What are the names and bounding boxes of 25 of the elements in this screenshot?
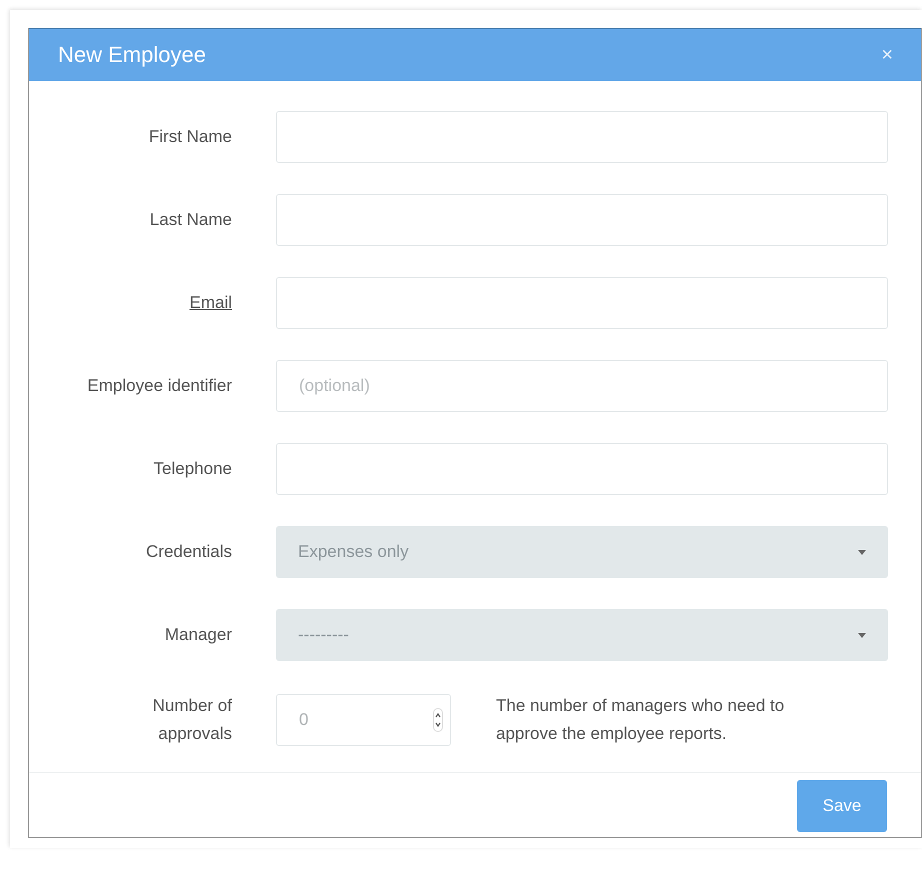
field-label: Number of approvals	[152, 695, 232, 745]
field-label: Manager	[164, 624, 232, 646]
dialog-title: New Employee	[58, 42, 206, 68]
select-dropdown[interactable]: ---------	[276, 609, 888, 661]
field-label: Credentials	[145, 541, 232, 563]
number-input[interactable]: 0	[276, 694, 451, 746]
help-text: The number of managers who need to approve the employee reports.	[496, 695, 786, 745]
field-label: Email	[188, 292, 232, 314]
spinner-icon[interactable]	[433, 708, 443, 732]
caret-icon	[858, 632, 866, 638]
text-input[interactable]	[276, 111, 888, 163]
select-dropdown[interactable]: Expenses only	[276, 526, 888, 578]
text-input[interactable]	[276, 443, 888, 495]
text-input[interactable]: (optional)	[276, 360, 888, 412]
field-label: Last Name	[148, 209, 232, 231]
text-input[interactable]	[276, 194, 888, 246]
field-label: First Name	[148, 126, 232, 148]
caret-icon	[858, 550, 866, 554]
text-input[interactable]	[276, 277, 888, 329]
close-button[interactable]: ×	[881, 44, 893, 66]
field-label: Telephone	[152, 458, 232, 480]
save-button[interactable]: Save	[797, 780, 887, 832]
select-value: ---------	[298, 625, 349, 645]
select-value: Expenses only	[298, 542, 409, 562]
field-label: Employee identifier	[86, 375, 232, 397]
